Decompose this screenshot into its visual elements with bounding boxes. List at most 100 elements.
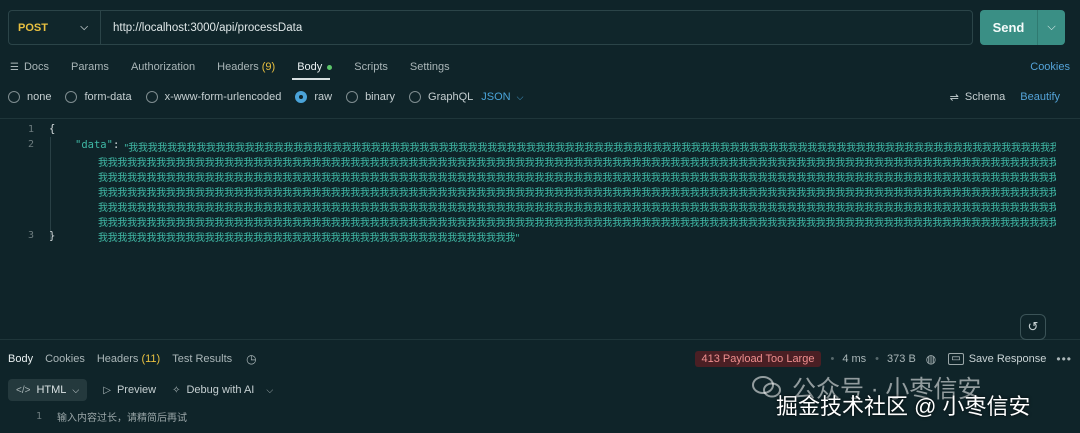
radio-form-data[interactable]: form-data: [65, 91, 132, 103]
close-brace: }: [49, 230, 56, 242]
response-time[interactable]: • 4 ms: [830, 353, 866, 365]
watermark-bottom-text: 掘金技术社区 @ 小枣信安: [776, 394, 1031, 419]
preview-button[interactable]: ▷ Preview: [103, 384, 156, 396]
json-string-line: 我我我我我我我我我我我我我我我我我我我我我我我我我我我我我我我我我我我我我我我我…: [98, 188, 1056, 199]
more-icon[interactable]: •••: [1056, 352, 1072, 366]
request-bar: POST ⌵ http://localhost:3000/api/process…: [8, 10, 1066, 45]
separator-dot: •: [875, 353, 880, 365]
format-label: JSON: [481, 91, 511, 103]
radio-circle: [65, 91, 78, 103]
response-toolbar: </> HTML ⌵ ▷ Preview ✧ Debug with AI ⌵: [8, 379, 273, 401]
radio-circle: [409, 91, 422, 103]
send-dropdown-button[interactable]: ⌵: [1038, 10, 1065, 45]
chevron-down-icon: ⌵: [72, 384, 80, 395]
response-body-text: 输入内容过长，请精简后再试: [57, 413, 187, 424]
tab-settings[interactable]: Settings: [410, 61, 450, 73]
radio-circle: [8, 91, 20, 103]
json-string-line: 我我我我我我我我我我我我我我我我我我我我我我我我我我我我我我我我我我我我我我我我…: [98, 203, 1056, 214]
tab-label: Scripts: [354, 61, 388, 73]
schema-icon: ⇌: [949, 91, 959, 104]
line-number: 3: [27, 230, 34, 241]
radio-none[interactable]: none: [8, 91, 51, 103]
chevron-down-icon: ⌵: [1047, 21, 1056, 33]
json-string-line: 我我我我我我我我我我我我我我我我我我我我我我我我我我我我我我我我我我我我我我我我…: [98, 233, 520, 244]
tab-params[interactable]: Params: [71, 61, 109, 73]
watermark: 公众号 · 小枣信安 掘金技术社区 @ 小枣信安: [752, 369, 1072, 433]
tab-authorization[interactable]: Authorization: [131, 61, 195, 73]
debug-with-ai-button[interactable]: ✧ Debug with AI: [172, 384, 254, 396]
save-response-label: Save Response: [968, 353, 1047, 365]
play-icon: ▷: [103, 384, 111, 396]
schema-button[interactable]: ⇌ Schema: [950, 91, 1006, 104]
line-number: 1: [27, 124, 34, 135]
radio-label: raw: [314, 91, 333, 103]
radio-label: binary: [365, 91, 396, 103]
schema-label: Schema: [964, 91, 1006, 103]
radio-label: x-www-form-urlencoded: [164, 91, 282, 103]
response-tab-cookies[interactable]: Cookies: [45, 353, 85, 365]
response-format-select[interactable]: </> HTML ⌵: [8, 379, 88, 401]
cookies-link[interactable]: Cookies: [1030, 61, 1070, 73]
code-icon: </>: [16, 384, 31, 396]
tab-label: Headers: [96, 353, 139, 365]
debug-label: Debug with AI: [186, 384, 255, 396]
json-string-line: "我我我我我我我我我我我我我我我我我我我我我我我我我我我我我我我我我我我我我我我…: [124, 143, 1056, 154]
json-key-text: "data": [75, 139, 113, 151]
method-label: POST: [18, 21, 48, 34]
radio-label: none: [27, 91, 52, 103]
tab-label: Settings: [409, 61, 450, 73]
json-key: "data":: [75, 139, 119, 151]
response-size-value: 373 B: [887, 353, 916, 365]
history-button[interactable]: ↺: [1020, 314, 1046, 340]
radio-graphql[interactable]: GraphQL: [409, 91, 473, 103]
chevron-down-icon[interactable]: ⌵: [266, 385, 273, 396]
separator-dot: •: [830, 353, 835, 365]
clock-icon[interactable]: ◷: [246, 352, 256, 366]
format-select[interactable]: JSON ⌵: [481, 91, 523, 103]
url-input[interactable]: http://localhost:3000/api/processData: [101, 22, 302, 34]
radio-circle: [295, 91, 308, 103]
ai-icon: ✧: [172, 384, 181, 396]
response-tab-body[interactable]: Body: [8, 353, 33, 365]
tab-body[interactable]: Body: [297, 61, 333, 73]
preview-label: Preview: [116, 384, 157, 396]
tab-headers[interactable]: Headers (9): [217, 61, 275, 73]
radio-label: GraphQL: [428, 91, 474, 103]
method-select[interactable]: POST ⌵: [9, 11, 101, 44]
tab-label: Authorization: [130, 61, 196, 73]
radio-label: form-data: [84, 91, 132, 103]
radio-raw[interactable]: raw: [295, 91, 332, 103]
line-number: 2: [27, 139, 34, 150]
radio-circle: [346, 91, 359, 103]
status-badge[interactable]: 413 Payload Too Large: [694, 351, 822, 367]
response-size[interactable]: • 373 B: [875, 353, 916, 365]
tab-label: Headers: [217, 61, 259, 73]
chevron-down-icon: ⌵: [516, 92, 524, 102]
tab-label: Params: [71, 61, 109, 73]
send-group: Send ⌵: [980, 10, 1065, 45]
send-button[interactable]: Send: [980, 10, 1038, 45]
modified-dot-icon: [327, 64, 333, 70]
headers-count: (11): [141, 353, 161, 365]
tab-scripts[interactable]: Scripts: [354, 61, 388, 73]
beautify-link[interactable]: Beautify: [1020, 91, 1060, 103]
indent-guide: [50, 137, 51, 240]
radio-urlencoded[interactable]: x-www-form-urlencoded: [145, 91, 282, 103]
response-body-line: 1 输入内容过长，请精简后再试: [32, 409, 187, 424]
json-colon: :: [112, 139, 120, 151]
json-string-line: 我我我我我我我我我我我我我我我我我我我我我我我我我我我我我我我我我我我我我我我我…: [98, 173, 1056, 184]
save-response-button[interactable]: ▭ Save Response: [948, 353, 1046, 365]
json-string-line: 我我我我我我我我我我我我我我我我我我我我我我我我我我我我我我我我我我我我我我我我…: [98, 158, 1056, 169]
json-string-line: 我我我我我我我我我我我我我我我我我我我我我我我我我我我我我我我我我我我我我我我我…: [98, 218, 1056, 229]
response-tab-headers[interactable]: Headers (11): [97, 353, 160, 365]
tab-docs[interactable]: ☰ Docs: [10, 61, 49, 73]
save-icon: ▭: [948, 353, 964, 365]
radio-binary[interactable]: binary: [346, 91, 395, 103]
body-type-options: none form-data x-www-form-urlencoded raw…: [8, 89, 1072, 105]
globe-icon[interactable]: ◍: [926, 352, 936, 366]
response-tab-test-results[interactable]: Test Results: [172, 353, 232, 365]
radio-circle: [145, 91, 158, 103]
body-editor[interactable]: 1 2 3 { "data": "我我我我我我我我我我我我我我我我我我我我我我我…: [0, 118, 1080, 340]
active-tab-indicator: [292, 78, 330, 80]
headers-count: (9): [261, 61, 276, 73]
